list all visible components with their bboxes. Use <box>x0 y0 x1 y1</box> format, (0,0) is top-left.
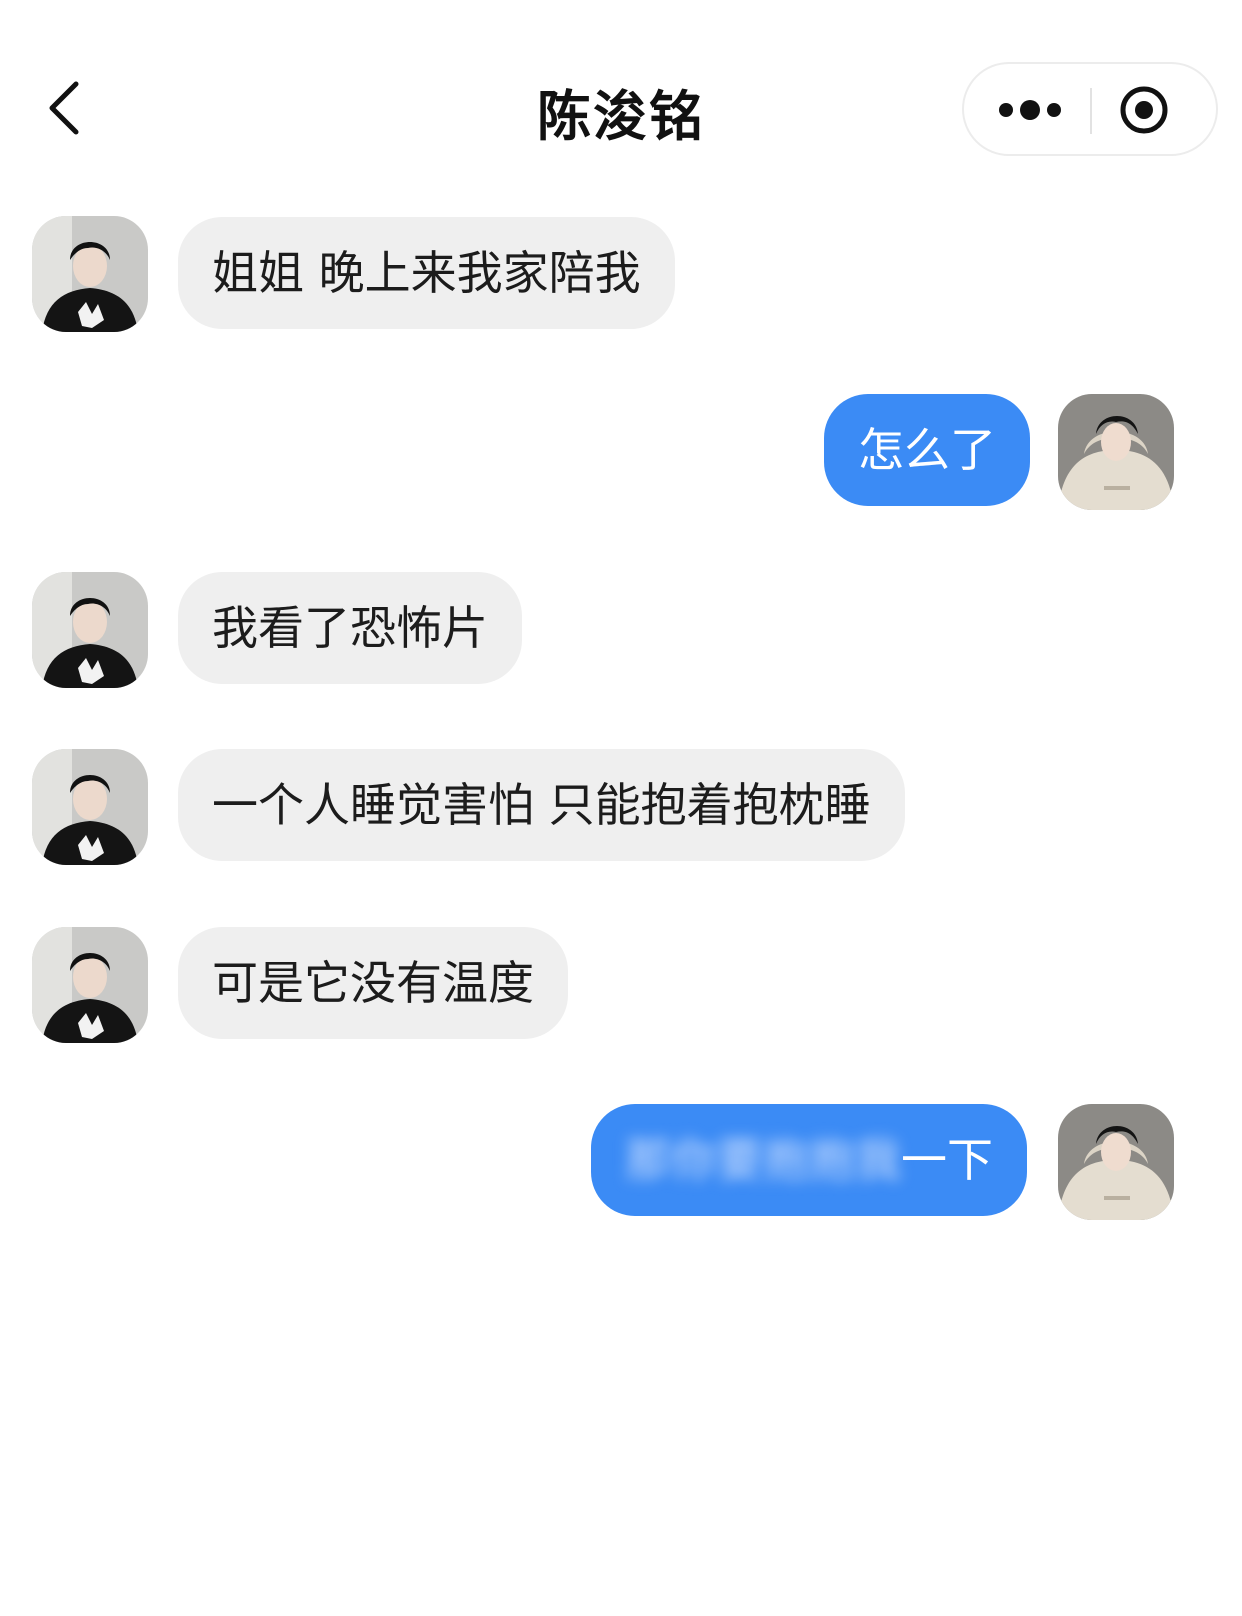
contact-avatar[interactable] <box>32 216 148 332</box>
contact-avatar[interactable] <box>32 927 148 1043</box>
nav-bar: 陈浚铭 <box>0 0 1242 200</box>
user-avatar[interactable] <box>1058 1104 1174 1220</box>
target-circle-icon <box>1120 86 1168 134</box>
contact-avatar[interactable] <box>32 749 148 865</box>
more-button[interactable] <box>986 84 1074 136</box>
message-bubble-incoming[interactable]: 一个人睡觉害怕 只能抱着抱枕睡 <box>178 749 905 861</box>
message-bubble-incoming[interactable]: 姐姐 晚上来我家陪我 <box>178 217 675 329</box>
message-text-blurred: 那你要抱抱我 <box>625 1133 901 1187</box>
mini-program-capsule <box>962 62 1218 156</box>
message-text: 一个人睡觉害怕 只能抱着抱枕睡 <box>212 778 871 832</box>
more-dots-icon <box>999 100 1061 120</box>
close-button[interactable] <box>1116 84 1172 136</box>
message-text: 我看了恐怖片 <box>212 601 488 655</box>
message-text: 姐姐 晚上来我家陪我 <box>212 246 641 300</box>
message-bubble-incoming[interactable]: 我看了恐怖片 <box>178 572 522 684</box>
message-bubble-incoming[interactable]: 可是它没有温度 <box>178 927 568 1039</box>
contact-avatar[interactable] <box>32 572 148 688</box>
message-text: 怎么了 <box>858 423 996 477</box>
message-text: 一下 <box>901 1133 993 1187</box>
user-avatar[interactable] <box>1058 394 1174 510</box>
message-bubble-outgoing[interactable]: 那你要抱抱我一下 <box>591 1104 1027 1216</box>
message-bubble-outgoing[interactable]: 怎么了 <box>824 394 1030 506</box>
message-text: 可是它没有温度 <box>212 956 534 1010</box>
capsule-divider <box>1090 88 1092 134</box>
